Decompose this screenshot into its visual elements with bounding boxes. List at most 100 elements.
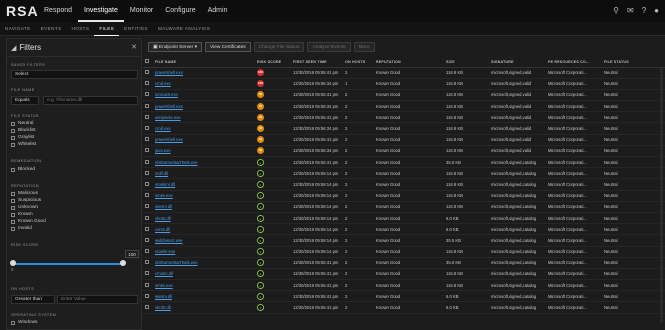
file-name-link[interactable]: ole32.dll bbox=[153, 301, 255, 314]
col-signature[interactable]: SIGNATURE bbox=[489, 57, 546, 68]
table-row[interactable]: csrss.dll 0 12/30/2019 05:59:14 pm 2 Known G… bbox=[143, 223, 665, 236]
checkbox-known[interactable]: Known bbox=[11, 212, 33, 217]
table-row[interactable]: java.exe 30 12/30/2019 05:56:34 pm 2 Known G… bbox=[143, 145, 665, 158]
file-name-link[interactable]: smss.exe bbox=[153, 190, 255, 202]
help-icon[interactable]: ? bbox=[642, 6, 646, 15]
checkbox-blocked[interactable]: Blocked bbox=[11, 167, 35, 172]
row-checkbox[interactable] bbox=[143, 145, 153, 158]
file-name-link[interactable]: wmiprvse.exe bbox=[153, 111, 255, 124]
checkbox-neutral[interactable]: Neutral bbox=[11, 121, 33, 126]
file-name-link[interactable]: cmdon.dll bbox=[153, 268, 255, 281]
table-row[interactable]: cmd.exe 100 12/30/2019 05:56:34 pm 1 Known G… bbox=[143, 78, 665, 90]
checkbox-blacklist[interactable]: Blacklist bbox=[11, 128, 36, 133]
change-file-status-button[interactable]: Change File Status bbox=[253, 42, 305, 52]
select-all-checkbox[interactable] bbox=[143, 57, 153, 68]
checkbox-unknown[interactable]: Unknown bbox=[11, 205, 38, 210]
file-name-link[interactable]: widdownct.exe bbox=[153, 234, 255, 247]
checkbox-whitelist[interactable]: Whitelist bbox=[11, 142, 36, 147]
nav-admin[interactable]: Admin bbox=[202, 0, 234, 22]
file-name-link[interactable]: csrss.dll bbox=[153, 223, 255, 236]
row-checkbox[interactable] bbox=[143, 78, 153, 90]
file-name-input[interactable]: e.g. Filename.dll bbox=[43, 96, 138, 105]
tab-navigate[interactable]: NAVIGATE bbox=[0, 22, 36, 36]
col-file-name[interactable]: FILE NAME bbox=[153, 57, 255, 68]
table-scrollbar[interactable] bbox=[660, 68, 663, 323]
col-pe-resources[interactable]: PE RESOURCES CO... bbox=[546, 57, 602, 68]
risk-min-handle[interactable] bbox=[10, 260, 16, 266]
file-name-link[interactable]: powershell.exe bbox=[153, 67, 255, 79]
file-name-link[interactable]: ntdll.dll bbox=[153, 167, 255, 180]
tab-malware-analysis[interactable]: MALWARE ANALYSIS bbox=[153, 22, 215, 36]
row-checkbox[interactable] bbox=[143, 89, 153, 102]
file-name-link[interactable]: winsrv.dll bbox=[153, 290, 255, 303]
analyze-events-button[interactable]: Analyze Events bbox=[307, 42, 351, 52]
close-icon[interactable]: ✕ bbox=[131, 43, 137, 51]
row-checkbox[interactable] bbox=[143, 111, 153, 124]
tab-files[interactable]: FILES bbox=[94, 22, 120, 36]
table-row[interactable]: powershell.exe 50 12/30/2019 05:56:34 pm 2 K… bbox=[143, 100, 665, 113]
file-name-link[interactable]: nbtGameStartTask.exe bbox=[153, 156, 255, 169]
tab-events[interactable]: EVENTS bbox=[36, 22, 67, 36]
tab-entities[interactable]: ENTITIES bbox=[119, 22, 153, 36]
checkbox-malicious[interactable]: Malicious bbox=[11, 191, 38, 196]
table-row[interactable]: smss.exe 0 12/30/2019 05:59:14 pm 2 Known Go… bbox=[143, 190, 665, 202]
table-row[interactable]: cmdon.dll 0 12/30/2019 05:55:41 pm 2 Known G… bbox=[143, 268, 665, 281]
col-file-status[interactable]: FILE STATUS bbox=[602, 57, 665, 68]
col-on-hosts[interactable]: ON HOSTS bbox=[343, 57, 374, 68]
row-checkbox[interactable] bbox=[143, 257, 153, 269]
table-row[interactable]: ntoslnr.exe 0 12/30/2019 05:59:14 pm 2 Known… bbox=[143, 246, 665, 258]
row-checkbox[interactable] bbox=[143, 223, 153, 236]
row-checkbox[interactable] bbox=[143, 100, 153, 113]
file-name-link[interactable]: cmd.exe bbox=[153, 78, 255, 90]
search-icon[interactable]: ⚲ bbox=[613, 6, 619, 15]
hosts-operator[interactable]: Greater than bbox=[11, 295, 55, 304]
table-row[interactable]: ntdll.dll 0 12/30/2019 05:59:14 pm 2 Known G… bbox=[143, 167, 665, 180]
row-checkbox[interactable] bbox=[143, 279, 153, 292]
nav-respond[interactable]: Respond bbox=[38, 0, 78, 22]
row-checkbox[interactable] bbox=[143, 201, 153, 213]
row-checkbox[interactable] bbox=[143, 134, 153, 146]
row-checkbox[interactable] bbox=[143, 156, 153, 169]
risk-max-value[interactable]: 100 bbox=[125, 250, 139, 258]
table-row[interactable]: wmiprvse.exe 30 12/30/2019 05:55:41 pm 2 Kno… bbox=[143, 111, 665, 124]
table-row[interactable]: cmd.exe 30 12/30/2019 05:56:34 pm 2 Known Go… bbox=[143, 122, 665, 135]
hosts-input[interactable]: Enter Value bbox=[57, 295, 138, 304]
table-row[interactable]: winsrv.dll 0 12/30/2019 05:59:14 pm 2 Known … bbox=[143, 201, 665, 213]
row-checkbox[interactable] bbox=[143, 234, 153, 247]
col-size[interactable]: SIZE bbox=[444, 57, 489, 68]
file-name-link[interactable]: cmd.exe bbox=[153, 122, 255, 135]
table-row[interactable]: powershell.exe 30 12/30/2019 05:55:41 pm 2 K… bbox=[143, 134, 665, 146]
row-checkbox[interactable] bbox=[143, 268, 153, 281]
row-checkbox[interactable] bbox=[143, 212, 153, 225]
table-row[interactable]: smss.exe 0 12/30/2019 05:55:41 pm 2 Known Go… bbox=[143, 279, 665, 292]
user-icon[interactable]: ● bbox=[654, 6, 659, 15]
table-row[interactable]: winsrv.dll 0 12/30/2019 05:55:41 pm 2 Known … bbox=[143, 290, 665, 303]
checkbox-graylist[interactable]: Graylist bbox=[11, 135, 34, 140]
table-row[interactable]: ole32.dll 0 12/30/2019 05:55:41 pm 2 Known G… bbox=[143, 301, 665, 314]
table-row[interactable]: ntoskrnl.dll 0 12/30/2019 05:59:14 pm 2 Know… bbox=[143, 178, 665, 191]
nav-investigate[interactable]: Investigate bbox=[78, 0, 124, 22]
table-row[interactable]: tomcat9.exe 50 12/30/2019 05:55:41 pm 2 Know… bbox=[143, 89, 665, 102]
checkbox-known-good[interactable]: Known Good bbox=[11, 219, 46, 224]
file-name-link[interactable]: nbtGameStartTask.exe bbox=[153, 257, 255, 269]
row-checkbox[interactable] bbox=[143, 67, 153, 79]
table-row[interactable]: nbtGameStartTask.exe 0 12/30/2019 05:55:41… bbox=[143, 257, 665, 269]
tab-hosts[interactable]: HOSTS bbox=[67, 22, 95, 36]
file-name-link[interactable]: powershell.exe bbox=[153, 100, 255, 113]
file-name-link[interactable]: java.exe bbox=[153, 145, 255, 158]
file-name-link[interactable]: ole32.dll bbox=[153, 212, 255, 225]
more-button[interactable]: More bbox=[353, 42, 375, 52]
file-name-operator[interactable]: Equals bbox=[11, 96, 39, 105]
checkbox-suspicious[interactable]: Suspicious bbox=[11, 198, 41, 203]
file-name-link[interactable]: powershell.exe bbox=[153, 134, 255, 146]
file-name-link[interactable]: tomcat9.exe bbox=[153, 89, 255, 102]
file-name-link[interactable]: winsrv.dll bbox=[153, 201, 255, 213]
row-checkbox[interactable] bbox=[143, 190, 153, 202]
row-checkbox[interactable] bbox=[143, 122, 153, 135]
file-name-link[interactable]: ntoskrnl.dll bbox=[153, 178, 255, 191]
nav-configure[interactable]: Configure bbox=[159, 0, 201, 22]
table-row[interactable]: nbtGameStartTask.exe 0 12/30/2019 05:55:41… bbox=[143, 156, 665, 169]
row-checkbox[interactable] bbox=[143, 178, 153, 191]
table-row[interactable]: ole32.dll 0 12/30/2019 05:59:14 pm 2 Known G… bbox=[143, 212, 665, 225]
view-certificates-button[interactable]: View Certificates bbox=[205, 42, 251, 52]
